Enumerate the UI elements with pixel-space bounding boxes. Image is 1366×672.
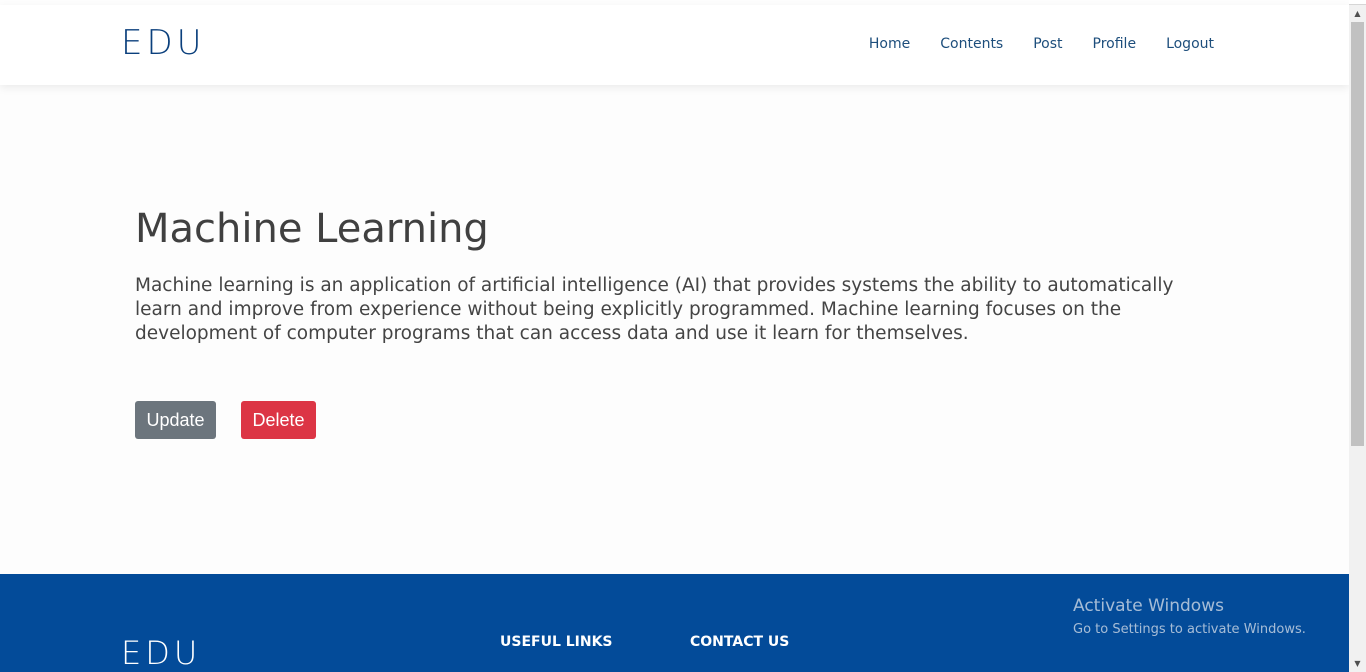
contact-us-heading: CONTACT US xyxy=(690,634,790,650)
site-header: EDU Home Contents Post Profile Logout xyxy=(0,5,1349,85)
delete-button[interactable]: Delete xyxy=(241,401,316,439)
nav-post-link[interactable]: Post xyxy=(1033,36,1062,52)
watermark-title: Activate Windows xyxy=(1073,596,1224,616)
vertical-scrollbar[interactable]: ▲ ▼ xyxy=(1349,5,1366,672)
nav-profile-link[interactable]: Profile xyxy=(1093,36,1137,52)
content-description: Machine learning is an application of ar… xyxy=(135,275,1174,344)
footer-logo: EDU xyxy=(121,634,202,672)
nav-contents-link[interactable]: Contents xyxy=(940,36,1003,52)
scrollbar-thumb[interactable] xyxy=(1351,22,1364,446)
content-title: Machine Learning xyxy=(135,206,489,252)
page-viewport: EDU Home Contents Post Profile Logout Ma… xyxy=(0,0,1349,672)
nav-logout-link[interactable]: Logout xyxy=(1166,36,1214,52)
scroll-down-arrow-icon[interactable]: ▼ xyxy=(1349,655,1366,672)
useful-links-heading: USEFUL LINKS xyxy=(500,634,613,650)
site-logo[interactable]: EDU xyxy=(121,23,206,63)
content-main: Machine Learning Machine learning is an … xyxy=(0,85,1349,574)
windows-activation-watermark: Activate Windows Go to Settings to activ… xyxy=(1073,596,1306,637)
scroll-up-arrow-icon[interactable]: ▲ xyxy=(1349,5,1366,22)
nav-home-link[interactable]: Home xyxy=(869,36,910,52)
watermark-subtitle: Go to Settings to activate Windows. xyxy=(1073,622,1306,637)
update-button[interactable]: Update xyxy=(135,401,216,439)
main-nav: Home Contents Post Profile Logout xyxy=(839,36,1214,52)
